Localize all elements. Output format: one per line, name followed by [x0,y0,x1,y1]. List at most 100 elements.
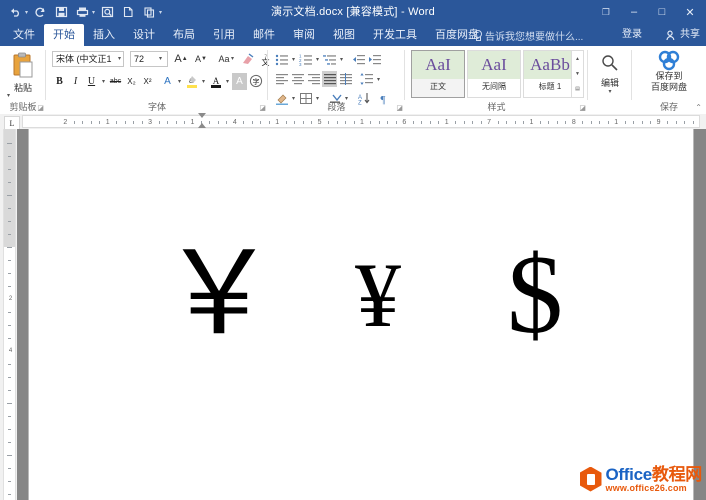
ruler-tick [667,121,668,124]
editing-caret-icon[interactable]: ▾ [596,89,624,95]
align-center-button[interactable] [290,71,305,87]
align-right-button[interactable] [306,71,321,87]
style-heading-1[interactable]: AaBb 标题 1 [523,50,577,98]
glyph-yuan-sign-fullwidth[interactable]: ￥ [161,237,277,353]
enclose-characters-button[interactable]: 字 [248,73,263,90]
clear-formatting-icon[interactable] [240,51,256,67]
tab-file[interactable]: 文件 [4,24,44,46]
paragraph-align-row[interactable]: ▾ [274,71,382,87]
line-spacing-button[interactable] [359,71,374,87]
tab-home[interactable]: 开始 [44,24,84,46]
collapse-ribbon-button[interactable]: ⌃ [695,103,702,112]
save-to-baidu-button[interactable]: 保存到 百度网盘 [640,49,698,93]
vertical-ruler-track[interactable]: 24 [3,129,16,500]
numbering-caret-icon[interactable]: ▾ [314,56,321,63]
vertical-ruler[interactable]: 24 [0,129,17,500]
first-line-indent-marker[interactable] [198,113,206,118]
ruler-tick [294,121,295,124]
ruler-tick [8,286,11,287]
ruler-number: 1 [191,117,195,128]
horizontal-ruler[interactable]: L 213141516171819 [0,114,706,130]
line-spacing-caret-icon[interactable]: ▾ [375,76,382,83]
styles-more-icon[interactable]: ▤ [572,82,583,97]
ribbon-tabs[interactable]: 文件 开始 插入 设计 布局 引用 邮件 审阅 视图 开发工具 百度网盘 [4,24,488,46]
paragraph-dialog-launcher[interactable]: ◪ [396,104,403,112]
highlight-color-button[interactable]: a [184,73,199,90]
numbering-button[interactable]: 123 [298,51,313,67]
multilevel-caret-icon[interactable]: ▾ [338,56,345,63]
bold-button[interactable]: B [52,73,67,90]
font-dialog-launcher[interactable]: ◪ [259,104,266,112]
text-effects-button[interactable]: A [160,73,175,90]
align-left-button[interactable] [274,71,289,87]
tell-me-box[interactable]: 告诉我您想要做什么... [472,27,583,43]
subscript-button[interactable]: X₂ [124,73,139,90]
ribbon-group-editing: 编辑 ▾ [588,46,632,114]
increase-indent-button[interactable] [367,51,382,67]
horizontal-ruler-track[interactable]: 213141516171819 [22,115,700,128]
ruler-tick [625,121,626,124]
tab-design[interactable]: 设计 [124,24,164,46]
tab-layout[interactable]: 布局 [164,24,204,46]
glyph-yen-sign[interactable]: ¥ [355,249,401,341]
svg-text:字: 字 [252,77,259,86]
decrease-indent-button[interactable] [351,51,366,67]
multilevel-list-button[interactable] [322,51,337,67]
paste-caret-icon[interactable]: ▾ [5,94,12,99]
ruler-tick [8,182,11,183]
maximize-button[interactable]: □ [648,1,676,23]
grow-font-button[interactable]: A▲ [173,51,189,67]
italic-button[interactable]: I [68,73,83,90]
ribbon-display-options-icon[interactable]: ❐ [602,0,610,24]
styles-scroll-down-icon[interactable]: ▼ [572,66,583,81]
tab-references[interactable]: 引用 [204,24,244,46]
document-page[interactable]: ￥ ¥ $ [29,129,693,500]
document-area[interactable]: ￥ ¥ $ [17,129,706,500]
glyph-dollar-sign[interactable]: $ [507,239,563,351]
close-button[interactable]: ✕ [676,1,704,23]
ruler-number: 1 [614,117,618,128]
superscript-button[interactable]: X² [140,73,155,90]
change-case-button[interactable]: Aa [216,51,232,67]
paragraph-list-row[interactable]: ▾ 123 ▾ ▾ [274,51,382,67]
font-color-caret-icon[interactable]: ▾ [224,78,231,85]
save-to-label-line2: 百度网盘 [640,82,698,93]
distributed-button[interactable] [338,71,353,87]
window-controls[interactable]: – □ ✕ [620,0,704,24]
document-content[interactable]: ￥ ¥ $ [29,129,693,500]
styles-gallery[interactable]: AaI 正文 AaI 无间隔 AaBb 标题 1 [411,50,577,98]
bullets-caret-icon[interactable]: ▾ [290,56,297,63]
tab-developer[interactable]: 开发工具 [364,24,426,46]
font-color-button[interactable]: A [208,73,223,90]
highlight-caret-icon[interactable]: ▾ [200,78,207,85]
clipboard-dialog-launcher[interactable]: ◪ [37,104,44,112]
shrink-font-button[interactable]: A▼ [193,51,209,67]
minimize-button[interactable]: – [620,1,648,23]
strikethrough-button[interactable]: abc [108,73,123,90]
paste-button[interactable]: 粘贴 ▾ [5,50,41,99]
tab-review[interactable]: 审阅 [284,24,324,46]
styles-scroll-up-icon[interactable]: ▲ [572,51,583,66]
text-effects-caret-icon[interactable]: ▾ [176,78,183,85]
character-shading-button[interactable]: A [232,73,247,90]
tab-view[interactable]: 视图 [324,24,364,46]
underline-caret-icon[interactable]: ▾ [100,78,107,85]
styles-dialog-launcher[interactable]: ◪ [579,104,586,112]
font-name-input[interactable]: 宋体 (中文正1 [52,51,124,67]
bullets-button[interactable] [274,51,289,67]
sign-in-button[interactable]: 登录 [622,27,642,43]
underline-button[interactable]: U [84,73,99,90]
ruler-tick [540,121,541,124]
font-formatting-row[interactable]: B I U ▾ abc X₂ X² A ▾ a ▾ A ▾ A 字 [52,72,263,90]
editing-button[interactable]: 编辑 ▾ [596,50,624,95]
tab-insert[interactable]: 插入 [84,24,124,46]
tab-mailings[interactable]: 邮件 [244,24,284,46]
style-normal[interactable]: AaI 正文 [411,50,465,98]
justify-button[interactable] [322,71,337,87]
ruler-tick [515,121,516,124]
tab-stop-selector[interactable]: L [4,116,20,130]
hanging-indent-marker[interactable] [198,123,206,128]
share-button[interactable]: 共享 [666,27,700,43]
style-no-spacing[interactable]: AaI 无间隔 [467,50,521,98]
styles-scroll-controls[interactable]: ▲ ▼ ▤ [571,50,584,98]
